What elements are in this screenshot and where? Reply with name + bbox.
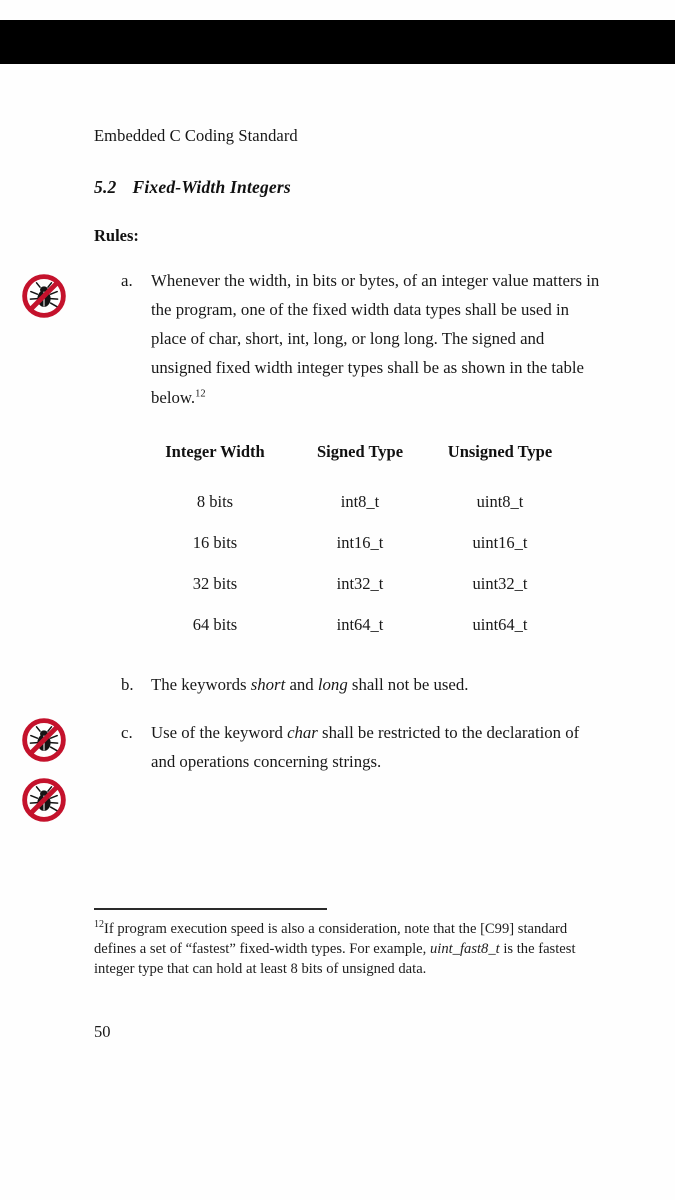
rule-item-c: c. Use of the keyword char shall be restr… [94, 718, 604, 776]
rule-marker: b. [121, 674, 134, 694]
no-bug-icon [22, 274, 66, 318]
cell-signed-type: int8_t [340, 491, 380, 511]
rule-item-a: a. Whenever the width, in bits or bytes, … [94, 266, 604, 412]
rule-marker: a. [121, 270, 133, 290]
footnote-separator [94, 908, 327, 910]
rule-marker: c. [121, 722, 133, 742]
cell-signed-type: int64_t [336, 614, 384, 634]
rule-keyword-long: long [317, 674, 348, 694]
cell-unsigned-type: uint16_t [472, 532, 528, 552]
table-row: 64 bits int64_t uint64_t [140, 607, 570, 648]
cell-integer-width: 16 bits [192, 532, 238, 552]
rules-label: Rules: [94, 225, 139, 245]
running-head: Embedded C Coding Standard [94, 126, 298, 145]
no-bug-icon [22, 778, 66, 822]
cell-unsigned-type: uint8_t [476, 491, 524, 511]
page-number: 50 [94, 1022, 111, 1041]
rule-text-segment: Use of the keyword [151, 722, 288, 742]
column-header-signed-type: Signed Type [316, 441, 404, 461]
column-header-integer-width: Integer Width [165, 441, 265, 461]
top-black-bar [0, 20, 675, 64]
cell-signed-type: int16_t [336, 532, 384, 552]
section-heading: 5.2 Fixed-Width Integers [94, 177, 604, 198]
table-row: 16 bits int16_t uint16_t [140, 525, 570, 566]
cell-integer-width: 32 bits [192, 573, 238, 593]
table-row: 8 bits int8_t uint8_t [140, 484, 570, 525]
footnote-reference[interactable]: 12 [195, 388, 206, 399]
page-content: Embedded C Coding Standard 5.2 Fixed-Widt… [94, 126, 604, 776]
cell-integer-width: 8 bits [196, 491, 234, 511]
section-title: Fixed-Width Integers [132, 176, 291, 197]
cell-unsigned-type: uint32_t [472, 573, 528, 593]
no-bug-icon [22, 718, 66, 762]
rule-keyword-short: short [250, 674, 286, 694]
rule-text-segment: The keywords [151, 674, 251, 694]
rule-text-segment: shall not be used. [347, 674, 469, 694]
document-page: Embedded C Coding Standard 5.2 Fixed-Widt… [0, 0, 675, 1200]
cell-unsigned-type: uint64_t [472, 614, 528, 634]
footnote-italic-term: uint_fast8_t [429, 941, 500, 958]
rule-item-b: b. The keywords short and long shall not … [94, 670, 604, 699]
footnote-area: 12If program execution speed is also a c… [94, 908, 609, 979]
table-row: 32 bits int32_t uint32_t [140, 566, 570, 607]
rule-text-segment: and [285, 674, 318, 694]
rule-text: Whenever the width, in bits or bytes, of… [151, 270, 600, 407]
fixed-width-types-table: Integer Width Signed Type Unsigned Type … [140, 442, 570, 648]
table-header-row: Integer Width Signed Type Unsigned Type [140, 442, 570, 484]
footnote-text: 12If program execution speed is also a c… [94, 919, 609, 979]
footnote-marker: 12 [94, 919, 104, 931]
cell-signed-type: int32_t [336, 573, 384, 593]
cell-integer-width: 64 bits [192, 614, 238, 634]
rule-keyword-char: char [287, 722, 318, 742]
column-header-unsigned-type: Unsigned Type [447, 441, 553, 461]
section-number: 5.2 [94, 176, 117, 197]
